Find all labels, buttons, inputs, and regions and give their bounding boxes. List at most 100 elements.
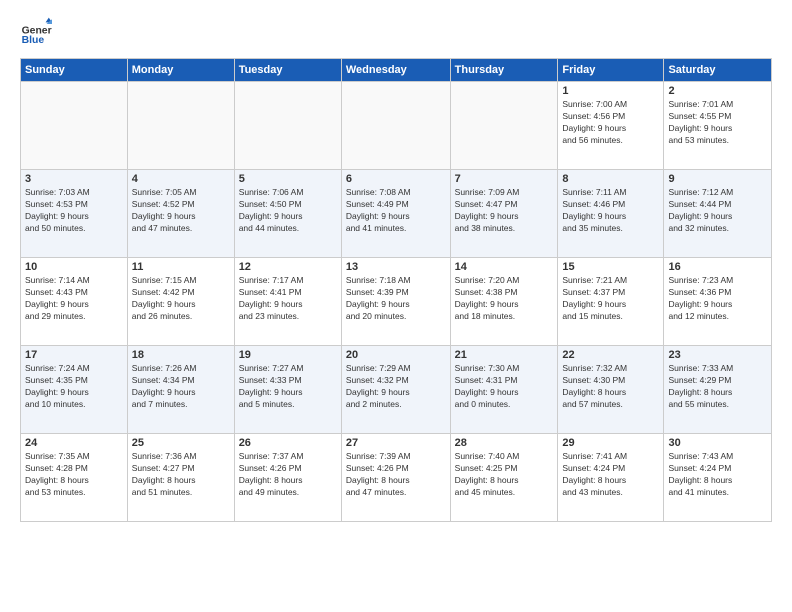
svg-text:Blue: Blue: [22, 35, 45, 46]
day-info: Sunrise: 7:01 AM Sunset: 4:55 PM Dayligh…: [668, 99, 767, 147]
day-number: 21: [455, 349, 554, 361]
calendar-day-cell: 14Sunrise: 7:20 AM Sunset: 4:38 PM Dayli…: [450, 258, 558, 346]
calendar-week-row: 10 Sunrise: 7:14 AM Sunset: 4:43 PM Dayli…: [21, 258, 772, 346]
day-number: 26: [239, 437, 337, 449]
day-info: Sunrise: 7:24 AM Sunset: 4:35 PM Dayligh…: [25, 363, 123, 411]
day-info: Sunrise: 7:36 AM Sunset: 4:27 PM Dayligh…: [132, 451, 230, 499]
calendar-day-cell: 16Sunrise: 7:23 AM Sunset: 4:36 PM Dayli…: [664, 258, 772, 346]
calendar-day-cell: 18Sunrise: 7:26 AM Sunset: 4:34 PM Dayli…: [127, 346, 234, 434]
calendar-day-cell: 26 Sunrise: 7:37 AM Sunset: 4:26 PM Dayli…: [234, 434, 341, 522]
day-number: 22: [562, 349, 659, 361]
calendar-day-cell: 29 Sunrise: 7:41 AM Sunset: 4:24 PM Dayli…: [558, 434, 664, 522]
calendar-day-cell: 10 Sunrise: 7:14 AM Sunset: 4:43 PM Dayli…: [21, 258, 128, 346]
day-number: 3: [25, 173, 123, 185]
day-info: Sunrise: 7:40 AM Sunset: 4:25 PM Dayligh…: [455, 451, 554, 499]
calendar-day-cell: 13Sunrise: 7:18 AM Sunset: 4:39 PM Dayli…: [341, 258, 450, 346]
day-info: Sunrise: 7:00 AM Sunset: 4:56 PM Dayligh…: [562, 99, 659, 147]
day-info: Sunrise: 7:21 AM Sunset: 4:37 PM Dayligh…: [562, 275, 659, 323]
calendar-day-cell: 25 Sunrise: 7:36 AM Sunset: 4:27 PM Dayli…: [127, 434, 234, 522]
calendar-header-row: SundayMondayTuesdayWednesdayThursdayFrid…: [21, 59, 772, 82]
day-info: Sunrise: 7:29 AM Sunset: 4:32 PM Dayligh…: [346, 363, 446, 411]
calendar-day-cell: 4 Sunrise: 7:05 AM Sunset: 4:52 PM Daylig…: [127, 170, 234, 258]
day-info: Sunrise: 7:35 AM Sunset: 4:28 PM Dayligh…: [25, 451, 123, 499]
day-number: 28: [455, 437, 554, 449]
weekday-header: Wednesday: [341, 59, 450, 82]
calendar-week-row: 1 Sunrise: 7:00 AM Sunset: 4:56 PM Daylig…: [21, 82, 772, 170]
day-number: 12: [239, 261, 337, 273]
day-number: 11: [132, 261, 230, 273]
day-info: Sunrise: 7:08 AM Sunset: 4:49 PM Dayligh…: [346, 187, 446, 235]
calendar-day-cell: 1 Sunrise: 7:00 AM Sunset: 4:56 PM Daylig…: [558, 82, 664, 170]
weekday-header: Thursday: [450, 59, 558, 82]
calendar-day-cell: 5 Sunrise: 7:06 AM Sunset: 4:50 PM Daylig…: [234, 170, 341, 258]
calendar-week-row: 3 Sunrise: 7:03 AM Sunset: 4:53 PM Daylig…: [21, 170, 772, 258]
day-number: 20: [346, 349, 446, 361]
day-number: 29: [562, 437, 659, 449]
day-number: 17: [25, 349, 123, 361]
day-number: 7: [455, 173, 554, 185]
day-info: Sunrise: 7:27 AM Sunset: 4:33 PM Dayligh…: [239, 363, 337, 411]
weekday-header: Sunday: [21, 59, 128, 82]
calendar-day-cell: [234, 82, 341, 170]
calendar-day-cell: 19 Sunrise: 7:27 AM Sunset: 4:33 PM Dayli…: [234, 346, 341, 434]
calendar-day-cell: 12 Sunrise: 7:17 AM Sunset: 4:41 PM Dayli…: [234, 258, 341, 346]
day-number: 9: [668, 173, 767, 185]
day-number: 25: [132, 437, 230, 449]
day-info: Sunrise: 7:14 AM Sunset: 4:43 PM Dayligh…: [25, 275, 123, 323]
day-info: Sunrise: 7:03 AM Sunset: 4:53 PM Dayligh…: [25, 187, 123, 235]
calendar-day-cell: [21, 82, 128, 170]
calendar-day-cell: 8 Sunrise: 7:11 AM Sunset: 4:46 PM Daylig…: [558, 170, 664, 258]
day-info: Sunrise: 7:06 AM Sunset: 4:50 PM Dayligh…: [239, 187, 337, 235]
calendar-day-cell: 24 Sunrise: 7:35 AM Sunset: 4:28 PM Dayli…: [21, 434, 128, 522]
day-number: 14: [455, 261, 554, 273]
day-info: Sunrise: 7:43 AM Sunset: 4:24 PM Dayligh…: [668, 451, 767, 499]
day-info: Sunrise: 7:15 AM Sunset: 4:42 PM Dayligh…: [132, 275, 230, 323]
day-info: Sunrise: 7:37 AM Sunset: 4:26 PM Dayligh…: [239, 451, 337, 499]
calendar-day-cell: 28 Sunrise: 7:40 AM Sunset: 4:25 PM Dayli…: [450, 434, 558, 522]
calendar-day-cell: [127, 82, 234, 170]
weekday-header: Monday: [127, 59, 234, 82]
day-number: 23: [668, 349, 767, 361]
weekday-header: Tuesday: [234, 59, 341, 82]
day-info: Sunrise: 7:12 AM Sunset: 4:44 PM Dayligh…: [668, 187, 767, 235]
day-number: 30: [668, 437, 767, 449]
day-info: Sunrise: 7:32 AM Sunset: 4:30 PM Dayligh…: [562, 363, 659, 411]
day-number: 10: [25, 261, 123, 273]
day-number: 8: [562, 173, 659, 185]
day-number: 6: [346, 173, 446, 185]
calendar-day-cell: [450, 82, 558, 170]
day-number: 4: [132, 173, 230, 185]
calendar-week-row: 17 Sunrise: 7:24 AM Sunset: 4:35 PM Dayli…: [21, 346, 772, 434]
calendar-day-cell: 3 Sunrise: 7:03 AM Sunset: 4:53 PM Daylig…: [21, 170, 128, 258]
page-header: General Blue: [20, 16, 772, 48]
day-info: Sunrise: 7:26 AM Sunset: 4:34 PM Dayligh…: [132, 363, 230, 411]
calendar-day-cell: 22 Sunrise: 7:32 AM Sunset: 4:30 PM Dayli…: [558, 346, 664, 434]
day-number: 5: [239, 173, 337, 185]
day-info: Sunrise: 7:11 AM Sunset: 4:46 PM Dayligh…: [562, 187, 659, 235]
calendar-week-row: 24 Sunrise: 7:35 AM Sunset: 4:28 PM Dayli…: [21, 434, 772, 522]
calendar-day-cell: 17 Sunrise: 7:24 AM Sunset: 4:35 PM Dayli…: [21, 346, 128, 434]
calendar-day-cell: [341, 82, 450, 170]
day-number: 13: [346, 261, 446, 273]
day-number: 19: [239, 349, 337, 361]
day-info: Sunrise: 7:09 AM Sunset: 4:47 PM Dayligh…: [455, 187, 554, 235]
day-number: 24: [25, 437, 123, 449]
calendar-day-cell: 30 Sunrise: 7:43 AM Sunset: 4:24 PM Dayli…: [664, 434, 772, 522]
calendar-table: SundayMondayTuesdayWednesdayThursdayFrid…: [20, 58, 772, 522]
day-info: Sunrise: 7:30 AM Sunset: 4:31 PM Dayligh…: [455, 363, 554, 411]
calendar-day-cell: 21 Sunrise: 7:30 AM Sunset: 4:31 PM Dayli…: [450, 346, 558, 434]
calendar-day-cell: 9 Sunrise: 7:12 AM Sunset: 4:44 PM Daylig…: [664, 170, 772, 258]
day-info: Sunrise: 7:41 AM Sunset: 4:24 PM Dayligh…: [562, 451, 659, 499]
day-info: Sunrise: 7:39 AM Sunset: 4:26 PM Dayligh…: [346, 451, 446, 499]
day-info: Sunrise: 7:17 AM Sunset: 4:41 PM Dayligh…: [239, 275, 337, 323]
day-info: Sunrise: 7:05 AM Sunset: 4:52 PM Dayligh…: [132, 187, 230, 235]
day-number: 15: [562, 261, 659, 273]
logo: General Blue: [20, 16, 52, 48]
day-number: 16: [668, 261, 767, 273]
weekday-header: Saturday: [664, 59, 772, 82]
weekday-header: Friday: [558, 59, 664, 82]
day-number: 1: [562, 85, 659, 97]
day-number: 2: [668, 85, 767, 97]
calendar-day-cell: 15 Sunrise: 7:21 AM Sunset: 4:37 PM Dayli…: [558, 258, 664, 346]
day-info: Sunrise: 7:33 AM Sunset: 4:29 PM Dayligh…: [668, 363, 767, 411]
